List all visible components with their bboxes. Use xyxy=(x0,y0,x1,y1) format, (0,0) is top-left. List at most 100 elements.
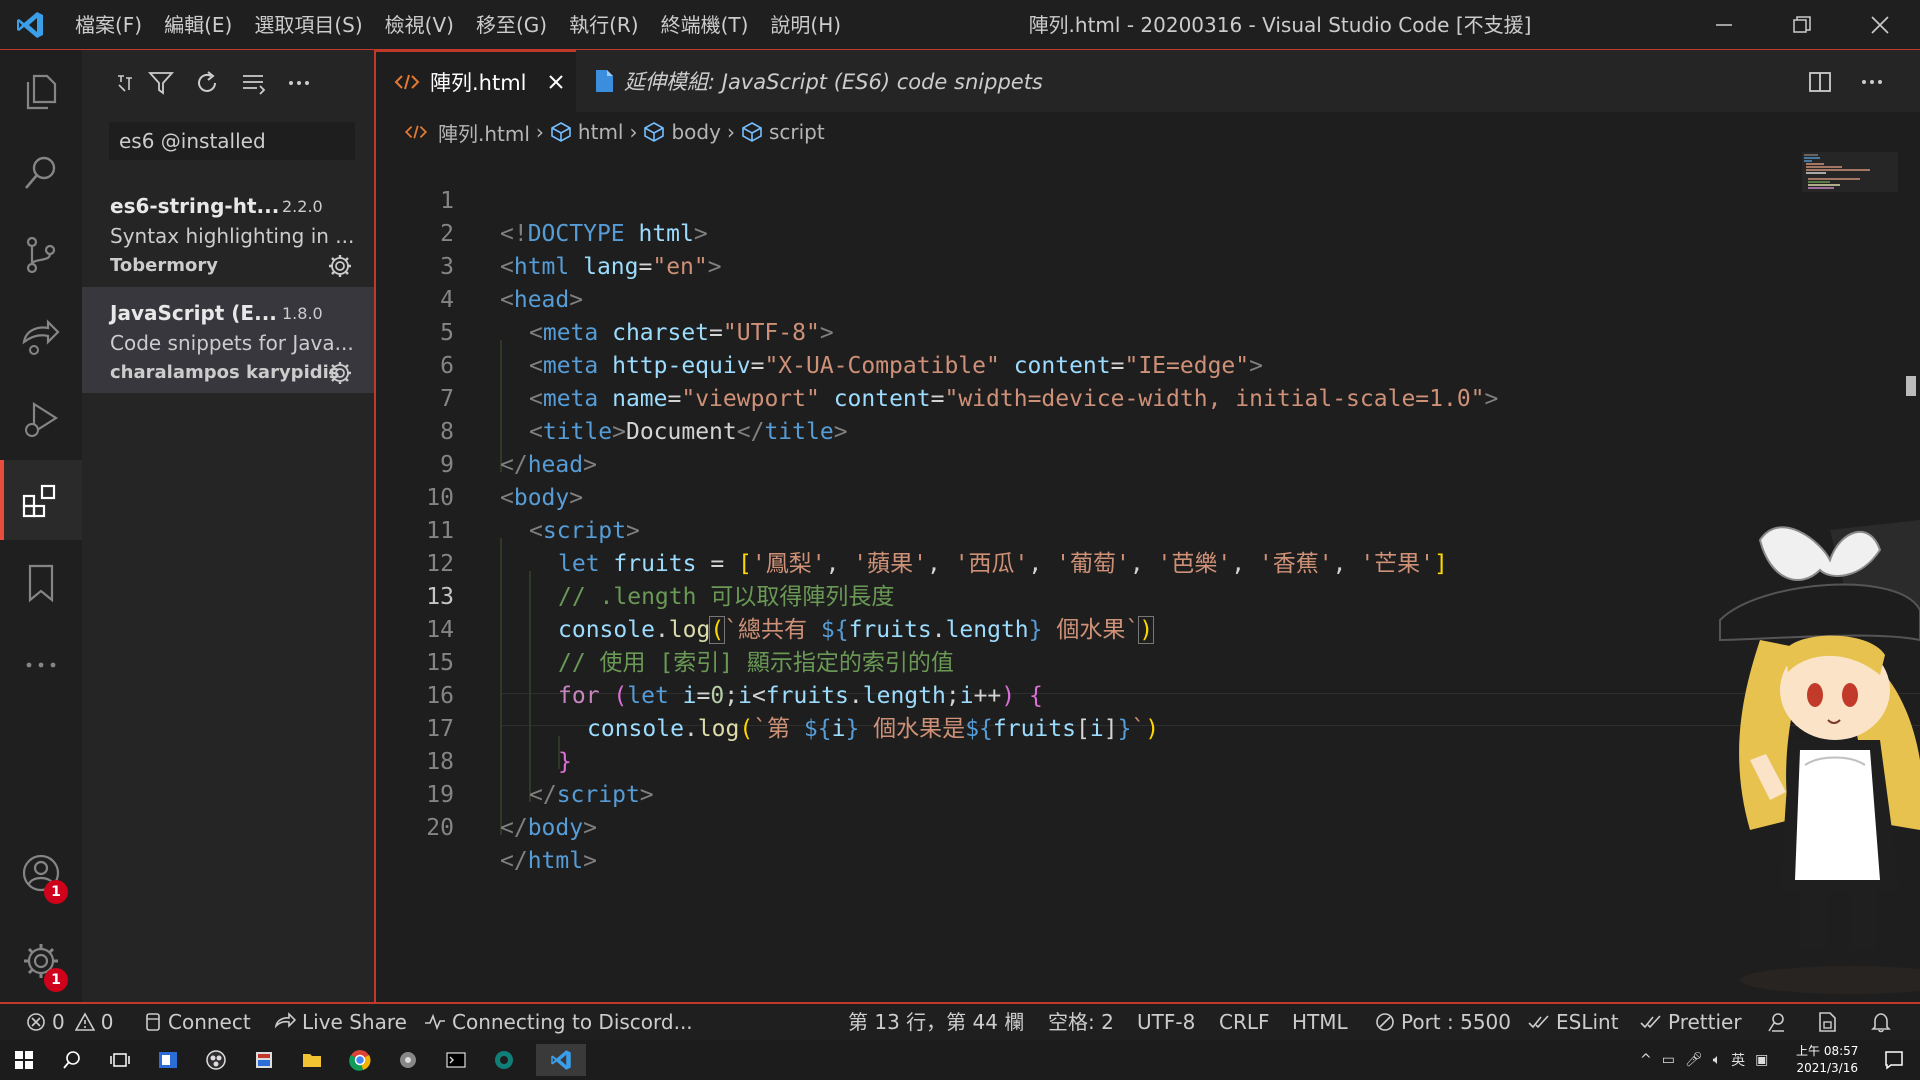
chevron-up-icon[interactable]: ^ xyxy=(1640,1052,1652,1068)
mascot-illustration xyxy=(1719,520,1920,994)
search-icon xyxy=(25,156,56,189)
extensions-search-input[interactable] xyxy=(109,122,355,160)
breadcrumb-html[interactable]: html xyxy=(550,120,623,144)
code-line: 10 <script> xyxy=(376,449,640,571)
notifications-button[interactable] xyxy=(1870,1004,1898,1040)
explorer-button[interactable] xyxy=(0,50,82,130)
extensions-button[interactable] xyxy=(0,460,82,540)
menu-go[interactable]: 移至(G) xyxy=(465,0,558,50)
refresh-button[interactable] xyxy=(192,68,222,98)
extension-settings-gear-icon[interactable] xyxy=(326,252,354,280)
encoding-status[interactable]: UTF-8 xyxy=(1137,1004,1195,1040)
input-method-icon[interactable]: ▣ xyxy=(1755,1052,1768,1068)
code-line: 17 } xyxy=(376,680,572,802)
split-editor-button[interactable] xyxy=(1806,68,1834,96)
database-icon xyxy=(146,1013,160,1031)
menu-edit[interactable]: 編輯(E) xyxy=(153,0,243,50)
prettier-label: Prettier xyxy=(1668,1010,1742,1034)
tab-extension-details[interactable]: 延伸模組: JavaScript (ES6) code snippets xyxy=(576,50,1096,112)
menu-selection[interactable]: 選取項目(S) xyxy=(243,0,373,50)
taskbar-app-tool[interactable] xyxy=(392,1044,424,1076)
code-line: 6 <meta name="viewport" content="width=d… xyxy=(376,317,1498,439)
menu-view[interactable]: 檢視(V) xyxy=(374,0,465,50)
menu-run[interactable]: 執行(R) xyxy=(558,0,650,50)
minimap[interactable] xyxy=(1800,152,1900,192)
restore-button[interactable] xyxy=(1763,0,1841,50)
source-control-icon xyxy=(26,236,56,274)
eslint-status[interactable]: ESLint xyxy=(1528,1004,1619,1040)
taskbar-app-chrome[interactable] xyxy=(344,1044,376,1076)
ime-indicator[interactable]: 英 xyxy=(1731,1050,1745,1070)
microphone-icon[interactable]: 🎤︎ xyxy=(1685,1052,1703,1068)
close-icon[interactable] xyxy=(545,71,567,93)
connect-status[interactable]: Connect xyxy=(144,1004,251,1040)
code-editor[interactable]: 1 <!DOCTYPE html> 2 <html lang="en"> 3 <… xyxy=(376,152,1920,1002)
scrollbar-thumb[interactable] xyxy=(1906,376,1916,396)
tab-array-html[interactable]: 陣列.html xyxy=(376,50,576,112)
split-editor-icon xyxy=(1809,72,1831,92)
extension-name: es6-string-ht... xyxy=(110,194,280,218)
bookmarks-button[interactable] xyxy=(0,542,82,622)
action-center-button[interactable] xyxy=(1878,1044,1910,1076)
taskbar-app-vscode[interactable] xyxy=(536,1044,586,1076)
task-view-button[interactable] xyxy=(104,1044,136,1076)
manage-button[interactable]: 1 xyxy=(0,920,82,1000)
network-icon[interactable]: ▭ xyxy=(1662,1052,1675,1068)
live-share-status[interactable]: Live Share xyxy=(274,1004,407,1040)
start-button[interactable] xyxy=(8,1044,40,1076)
live-share-button[interactable] xyxy=(0,296,82,376)
eol-status[interactable]: CRLF xyxy=(1219,1004,1270,1040)
more-actions-button[interactable] xyxy=(284,68,314,98)
taskbar-app-terminal[interactable] xyxy=(440,1044,472,1076)
live-server-port[interactable]: Port : 5500 xyxy=(1375,1004,1511,1040)
close-window-button[interactable] xyxy=(1841,0,1919,50)
indentation-status[interactable]: 空格: 2 xyxy=(1048,1004,1114,1040)
language-mode[interactable]: HTML xyxy=(1292,1004,1348,1040)
system-clock[interactable]: 上午 08:57 2021/3/16 xyxy=(1796,1043,1858,1077)
feedback-button[interactable] xyxy=(1766,1004,1794,1040)
taskbar-app-outlook[interactable] xyxy=(152,1044,184,1076)
extension-settings-gear-icon[interactable] xyxy=(326,359,354,387)
clear-extensions-button[interactable] xyxy=(110,68,140,98)
minimize-button[interactable] xyxy=(1685,0,1763,50)
source-control-button[interactable] xyxy=(0,214,82,294)
collapse-all-button[interactable] xyxy=(238,68,268,98)
extension-item-es6-string-html[interactable]: es6-string-ht... 2.2.0 Syntax highlighti… xyxy=(82,180,374,286)
prettier-status[interactable]: Prettier xyxy=(1640,1004,1742,1040)
code-line: 8 </head> xyxy=(376,383,597,478)
discord-status[interactable]: Connecting to Discord... xyxy=(424,1004,693,1040)
connect-label: Connect xyxy=(168,1010,251,1034)
taskbar-app-browser[interactable] xyxy=(488,1044,520,1076)
breadcrumb-file[interactable]: 陣列.html xyxy=(404,118,530,147)
cursor-position[interactable]: 第 13 行，第 44 欄 xyxy=(848,1004,1024,1040)
menu-terminal[interactable]: 終端機(T) xyxy=(650,0,760,50)
chevron-right-icon: › xyxy=(629,120,638,144)
taskbar-app-files[interactable] xyxy=(248,1044,280,1076)
no-entry-icon xyxy=(1376,1013,1394,1031)
code-line: 15 for (let i=0;i<fruits.length;i++) { xyxy=(376,614,1043,736)
menu-file[interactable]: 檔案(F) xyxy=(64,0,153,50)
code-line: 14 // 使用 [索引] 顯示指定的索引的值 xyxy=(376,581,954,703)
editor-more-actions-button[interactable] xyxy=(1858,68,1886,96)
taskbar-app-obs[interactable] xyxy=(200,1044,232,1076)
html-file-icon xyxy=(404,124,428,140)
error-icon xyxy=(27,1013,45,1031)
breadcrumb-script[interactable]: script xyxy=(741,120,825,144)
breadcrumb-label: 陣列.html xyxy=(438,121,530,146)
volume-icon[interactable]: 🔈︎ xyxy=(1713,1052,1721,1068)
filter-button[interactable] xyxy=(146,68,176,98)
file-sync-button[interactable] xyxy=(1816,1004,1844,1040)
taskbar-app-explorer[interactable] xyxy=(296,1044,328,1076)
problems-status[interactable]: 0 0 xyxy=(26,1004,113,1040)
more-views-button[interactable] xyxy=(0,624,82,704)
error-count: 0 xyxy=(52,1010,65,1034)
terminal-icon xyxy=(446,1052,466,1068)
taskbar-search-button[interactable] xyxy=(56,1044,88,1076)
extension-item-javascript-es6-snippets[interactable]: JavaScript (E... 1.8.0 Code snippets for… xyxy=(82,287,374,393)
accounts-button[interactable]: 1 xyxy=(0,832,82,912)
menu-help[interactable]: 說明(H) xyxy=(759,0,852,50)
run-debug-button[interactable] xyxy=(0,378,82,458)
search-button[interactable] xyxy=(0,132,82,212)
code-line: 20 </html> xyxy=(376,779,597,874)
breadcrumb-body[interactable]: body xyxy=(643,120,721,144)
